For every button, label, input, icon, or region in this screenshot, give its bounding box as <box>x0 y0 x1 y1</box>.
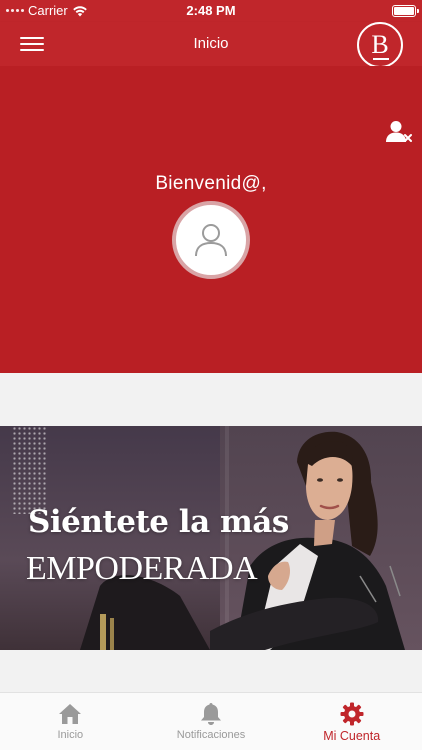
tab-mi-cuenta[interactable]: Mi Cuenta <box>281 693 422 750</box>
tab-notificaciones[interactable]: Notificaciones <box>141 693 282 750</box>
home-icon <box>58 702 82 726</box>
brand-logo[interactable]: B <box>357 22 403 68</box>
banner-subheadline: EMPODERADA <box>26 550 258 587</box>
gear-icon <box>340 702 364 726</box>
logo-letter: B <box>371 30 390 60</box>
tab-label-inicio: Inicio <box>57 729 84 741</box>
tab-inicio[interactable]: Inicio <box>0 693 141 750</box>
navigation-bar: Inicio B <box>0 22 422 68</box>
tab-label-notificaciones: Notificaciones <box>176 729 246 741</box>
welcome-header: Bienvenid@, <box>0 66 422 373</box>
decorative-dot-grid <box>12 426 48 514</box>
welcome-text: Bienvenid@, <box>155 173 267 194</box>
tab-label-mi-cuenta: Mi Cuenta <box>323 729 381 743</box>
promo-banner[interactable]: Siéntete la más EMPODERADA <box>0 426 422 650</box>
battery-icon <box>392 5 419 17</box>
user-avatar-icon <box>195 224 227 257</box>
tab-bar: Inicio Notificaciones Mi Cuenta <box>0 692 422 750</box>
profile-avatar[interactable] <box>172 201 250 279</box>
status-time: 2:48 PM <box>186 3 236 18</box>
banner-headline: Siéntete la más <box>28 504 289 540</box>
status-bar: Carrier 2:48 PM <box>0 0 422 22</box>
user-remove-icon[interactable] <box>386 120 412 144</box>
bell-icon <box>199 702 223 726</box>
